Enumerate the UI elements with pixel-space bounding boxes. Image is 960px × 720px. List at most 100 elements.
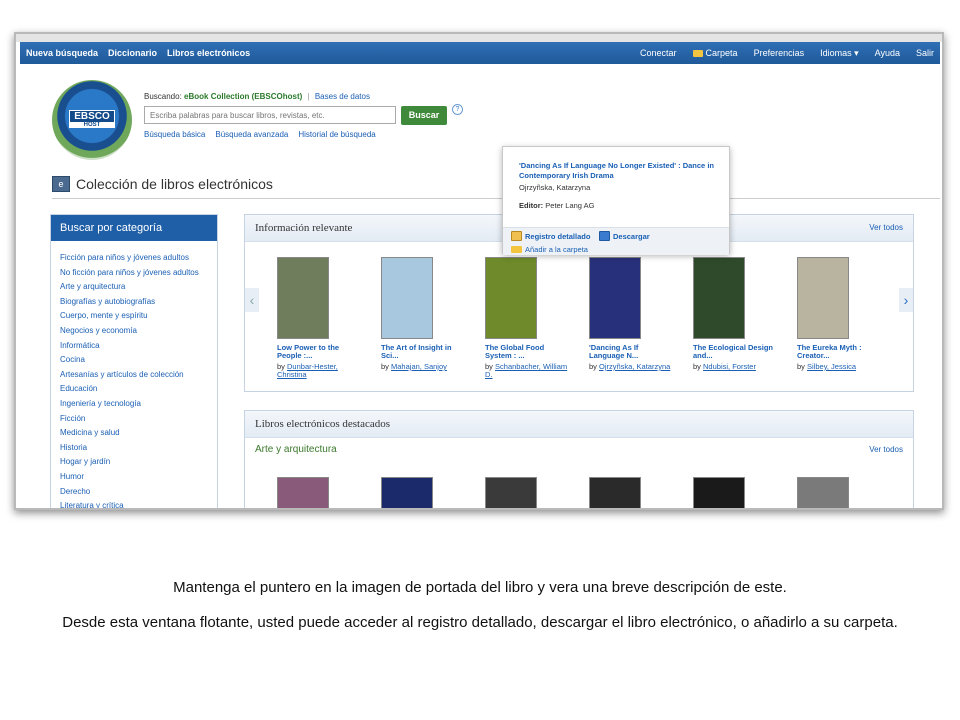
book-cover[interactable] bbox=[797, 257, 849, 339]
help-icon[interactable]: ? bbox=[452, 104, 463, 115]
featured-book-cover[interactable] bbox=[693, 477, 745, 508]
book-author-link-2[interactable]: Christina bbox=[277, 370, 307, 379]
book-cover[interactable] bbox=[589, 257, 641, 339]
basic-search-link[interactable]: Búsqueda básica bbox=[144, 130, 205, 139]
category-link[interactable]: Arte y arquitectura bbox=[60, 280, 208, 295]
category-link[interactable]: Negocios y economía bbox=[60, 324, 208, 339]
search-button[interactable]: Buscar bbox=[401, 106, 447, 125]
nav-preferences[interactable]: Preferencias bbox=[754, 48, 805, 59]
nav-help[interactable]: Ayuda bbox=[875, 48, 900, 59]
book-author-link[interactable]: Ojrzyñska, Katarzyna bbox=[599, 362, 670, 371]
book-title[interactable]: The Art of Insight in Sci... bbox=[381, 344, 452, 360]
featured-book bbox=[485, 477, 537, 508]
category-link[interactable]: Ingeniería y tecnología bbox=[60, 397, 208, 412]
carousel-prev-button[interactable]: ‹ bbox=[245, 288, 259, 312]
searching-collection: eBook Collection (EBSCOhost) bbox=[184, 92, 303, 101]
category-link[interactable]: Hogar y jardín bbox=[60, 455, 208, 470]
book-author-link-2[interactable]: D. bbox=[485, 370, 493, 379]
category-link[interactable]: Ficción para niños y jóvenes adultos bbox=[60, 251, 208, 266]
category-link[interactable]: Biografías y autobiografías bbox=[60, 295, 208, 310]
book-title[interactable]: The Eureka Myth : Creator... bbox=[797, 344, 862, 360]
book-by: by bbox=[589, 362, 597, 371]
nav-new-search[interactable]: Nueva búsqueda bbox=[26, 48, 98, 58]
book-title[interactable]: The Global Food System : ... bbox=[485, 344, 544, 360]
book-card: The Art of Insight in Sci... by Mahajan, S… bbox=[381, 257, 452, 379]
category-link[interactable]: Medicina y salud bbox=[60, 426, 208, 441]
add-to-folder-label: Añadir a la carpeta bbox=[525, 245, 588, 254]
search-history-link[interactable]: Historial de búsqueda bbox=[298, 130, 375, 139]
featured-title: Libros electrónicos destacados bbox=[255, 418, 391, 430]
featured-book bbox=[277, 477, 329, 508]
category-link[interactable]: Ficción bbox=[60, 412, 208, 427]
book-title[interactable]: 'Dancing As If Language N... bbox=[589, 344, 641, 360]
nav-folder-label: Carpeta bbox=[705, 48, 738, 58]
category-link[interactable]: Informática bbox=[60, 339, 208, 354]
category-link[interactable]: Literatura y crítica bbox=[60, 499, 208, 508]
divider bbox=[52, 198, 940, 199]
featured-book-cover[interactable] bbox=[277, 477, 329, 508]
popup-title[interactable]: 'Dancing As If Language No Longer Existe… bbox=[519, 161, 723, 181]
see-all-link[interactable]: Ver todos bbox=[869, 223, 903, 232]
category-sidebar: Buscar por categoría Ficción para niños … bbox=[50, 214, 218, 508]
featured-header: Libros electrónicos destacados bbox=[245, 411, 913, 438]
featured-book bbox=[797, 477, 849, 508]
book-carousel: Low Power to the People :... by Dunbar-Hes… bbox=[277, 257, 862, 379]
featured-book-cover[interactable] bbox=[589, 477, 641, 508]
category-link[interactable]: Cocina bbox=[60, 353, 208, 368]
download-button[interactable]: Descargar bbox=[599, 231, 650, 241]
book-title[interactable]: The Ecological Design and... bbox=[693, 344, 773, 360]
featured-subtitle[interactable]: Arte y arquitectura bbox=[245, 438, 913, 461]
nav-connect[interactable]: Conectar bbox=[640, 48, 677, 59]
sidebar-header: Buscar por categoría bbox=[51, 215, 217, 241]
detailed-record-button[interactable]: Registro detallado bbox=[511, 231, 590, 241]
popup-publisher-value: Peter Lang AG bbox=[545, 201, 595, 210]
advanced-search-link[interactable]: Búsqueda avanzada bbox=[215, 130, 288, 139]
relevant-title: Información relevante bbox=[255, 222, 353, 234]
category-link[interactable]: Historia bbox=[60, 441, 208, 456]
folder-icon bbox=[511, 246, 522, 253]
category-link[interactable]: Derecho bbox=[60, 485, 208, 500]
book-cover[interactable] bbox=[693, 257, 745, 339]
nav-folder[interactable]: Carpeta bbox=[692, 48, 738, 59]
nav-ebooks[interactable]: Libros electrónicos bbox=[167, 48, 250, 58]
category-link[interactable]: Cuerpo, mente y espíritu bbox=[60, 309, 208, 324]
book-card: The Eureka Myth : Creator... by Silbey, Je… bbox=[797, 257, 862, 379]
featured-book bbox=[589, 477, 641, 508]
featured-see-all-link[interactable]: Ver todos bbox=[869, 445, 903, 454]
featured-book-cover[interactable] bbox=[381, 477, 433, 508]
book-cover[interactable] bbox=[485, 257, 537, 339]
featured-book bbox=[381, 477, 433, 508]
nav-dictionary[interactable]: Diccionario bbox=[108, 48, 157, 58]
category-link[interactable]: Artesanías y artículos de colección bbox=[60, 368, 208, 383]
popup-actions: Registro detallado Descargar Añadir a la… bbox=[503, 227, 729, 255]
book-title-line-2: and... bbox=[693, 351, 713, 360]
book-author-link[interactable]: Ndubisi, Forster bbox=[703, 362, 756, 371]
logo-text-top: EBSCO bbox=[74, 111, 110, 122]
carousel-next-button[interactable]: › bbox=[899, 288, 913, 312]
nav-languages[interactable]: Idiomas ▾ bbox=[820, 48, 859, 59]
book-author-link[interactable]: Schanbacher, William bbox=[495, 362, 567, 371]
featured-book-cover[interactable] bbox=[797, 477, 849, 508]
book-by: by bbox=[381, 362, 389, 371]
top-nav: Nueva búsqueda Diccionario Libros electr… bbox=[20, 42, 940, 64]
book-cover[interactable] bbox=[381, 257, 433, 339]
book-author-link[interactable]: Mahajan, Sanjoy bbox=[391, 362, 447, 371]
book-by: by bbox=[693, 362, 701, 371]
featured-panel: Libros electrónicos destacados Arte y ar… bbox=[244, 410, 914, 508]
book-card: The Global Food System : ... by Schanbache… bbox=[485, 257, 567, 379]
category-link[interactable]: Humor bbox=[60, 470, 208, 485]
category-link[interactable]: Educación bbox=[60, 382, 208, 397]
book-author-link[interactable]: Silbey, Jessica bbox=[807, 362, 856, 371]
featured-book-cover[interactable] bbox=[485, 477, 537, 508]
category-link[interactable]: No ficción para niños y jóvenes adultos bbox=[60, 266, 208, 281]
book-cover[interactable] bbox=[277, 257, 329, 339]
ebscohost-logo[interactable]: EBSCO HOST bbox=[52, 80, 132, 160]
book-title[interactable]: Low Power to the People :... bbox=[277, 344, 339, 360]
add-to-folder-button[interactable]: Añadir a la carpeta bbox=[511, 245, 588, 254]
nav-logout[interactable]: Salir bbox=[916, 48, 934, 59]
detailed-record-label: Registro detallado bbox=[525, 231, 591, 241]
download-icon bbox=[599, 231, 610, 241]
search-input[interactable] bbox=[144, 106, 396, 124]
databases-link[interactable]: Bases de datos bbox=[315, 92, 370, 101]
searching-prefix: Buscando: bbox=[144, 92, 182, 101]
